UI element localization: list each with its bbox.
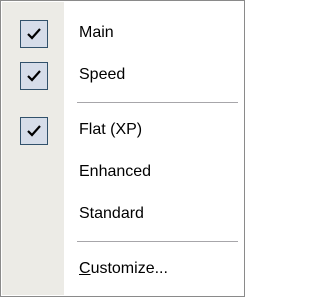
menu-item-label: Customize... xyxy=(79,248,168,290)
menu-item-enhanced[interactable]: Enhanced xyxy=(2,151,243,193)
menu-separator xyxy=(77,102,238,103)
checkmark-icon xyxy=(20,62,48,90)
menu-item-label: Main xyxy=(79,24,114,41)
menu-item-label: Speed xyxy=(79,66,126,83)
menu-item-label: Enhanced xyxy=(79,163,152,180)
menu-item-speed[interactable]: Speed xyxy=(2,54,243,96)
check-area xyxy=(2,54,64,96)
check-area xyxy=(2,109,64,151)
menu-item-label: Standard xyxy=(79,205,144,222)
context-menu: Main Speed Flat (XP) Enhanced Standard C… xyxy=(0,0,245,297)
menu-item-customize[interactable]: Customize... xyxy=(2,248,243,290)
menu-item-main[interactable]: Main xyxy=(2,12,243,54)
menu-item-flat-xp[interactable]: Flat (XP) xyxy=(2,109,243,151)
menu-item-label-rest: ustomize... xyxy=(90,260,168,277)
mnemonic-char: C xyxy=(79,260,91,277)
menu-item-standard[interactable]: Standard xyxy=(2,193,243,235)
menu-item-label: Flat (XP) xyxy=(79,121,143,138)
checkmark-icon xyxy=(20,20,48,48)
check-area xyxy=(2,12,64,54)
menu-separator xyxy=(77,241,238,242)
checkmark-icon xyxy=(20,117,48,145)
